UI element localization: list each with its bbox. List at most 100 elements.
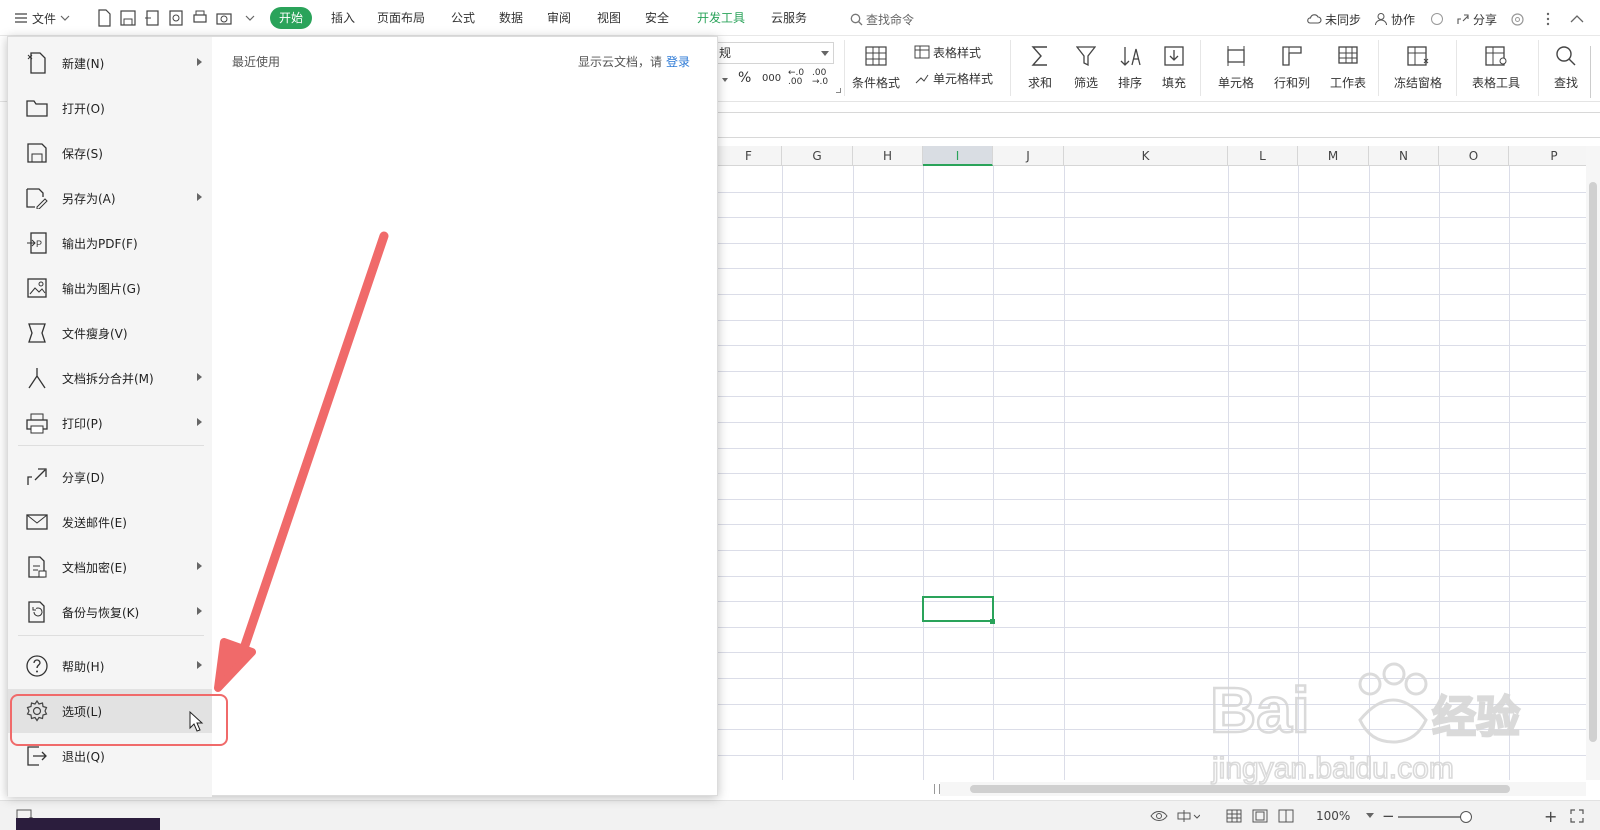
row-gridline <box>716 345 1600 346</box>
cell-style-button[interactable]: 单元格样式 <box>914 68 993 88</box>
screenshot-icon[interactable] <box>214 8 234 28</box>
save-icon[interactable] <box>118 8 138 28</box>
collapse-ribbon-icon[interactable] <box>1570 9 1584 29</box>
row-gridline <box>716 448 1600 449</box>
table-tools-button[interactable]: 表格工具 <box>1470 42 1522 91</box>
column-header-g[interactable]: G <box>782 146 853 166</box>
fill-button[interactable]: 填充 <box>1148 42 1200 91</box>
login-link[interactable]: 登录 <box>666 55 690 69</box>
thousands-button[interactable]: 000 <box>762 68 781 88</box>
tab-page-layout[interactable]: 页面布局 <box>368 7 434 29</box>
command-search[interactable]: 查找命令 <box>850 10 914 28</box>
fill-label: 填充 <box>1161 76 1186 90</box>
menu-item-label: 帮助(H) <box>62 659 105 674</box>
menu-item-printer[interactable]: 打印(P) <box>8 401 212 445</box>
page-break-view-icon[interactable] <box>1278 807 1294 825</box>
menu-item-share[interactable]: 分享(D) <box>8 455 212 499</box>
percent-button[interactable]: % <box>738 68 751 88</box>
column-header-h[interactable]: H <box>853 146 923 166</box>
conditional-format-button[interactable]: 条件格式 <box>850 42 902 91</box>
currency-chevron-icon[interactable] <box>722 70 728 90</box>
column-header-m[interactable]: M <box>1298 146 1369 166</box>
column-header-j[interactable]: J <box>993 146 1064 166</box>
menu-item-slim-file[interactable]: 文件瘦身(V) <box>8 311 212 355</box>
tab-review[interactable]: 审阅 <box>538 7 580 29</box>
menu-item-encrypt-doc[interactable]: 文档加密(E) <box>8 545 212 589</box>
normal-view-icon[interactable] <box>1226 807 1242 825</box>
export-pdf-icon[interactable] <box>142 8 162 28</box>
tab-developer[interactable]: 开发工具 <box>688 7 754 29</box>
formula-bar-input[interactable] <box>716 112 1600 138</box>
menu-item-help[interactable]: 帮助(H) <box>8 644 212 688</box>
number-format-select[interactable]: 规 <box>716 42 834 64</box>
share-button[interactable]: 分享 <box>1456 9 1497 29</box>
menu-item-pdf-export[interactable]: P 输出为PDF(F) <box>8 221 212 265</box>
menu-item-split-merge[interactable]: 文档拆分合并(M) <box>8 356 212 400</box>
tab-cloud[interactable]: 云服务 <box>762 7 816 29</box>
menu-item-open-folder[interactable]: 打开(O) <box>8 86 212 130</box>
file-menu-button[interactable]: 文件 <box>8 6 80 30</box>
search-icon <box>850 13 863 25</box>
eye-protection-icon[interactable] <box>1150 807 1168 825</box>
row-gridline <box>716 320 1600 321</box>
decrease-decimal-button[interactable]: .00 →.0 <box>812 68 834 88</box>
column-header-i[interactable]: I <box>923 146 993 166</box>
worksheet-button[interactable]: 工作表 <box>1322 42 1374 91</box>
fullscreen-icon[interactable] <box>1570 807 1584 825</box>
svg-text:jingyan.baidu.com: jingyan.baidu.com <box>1211 752 1454 785</box>
menu-item-save-as[interactable]: 另存为(A) <box>8 176 212 220</box>
menu-item-save[interactable]: 保存(S) <box>8 131 212 175</box>
settings-gear-icon[interactable] <box>1510 9 1525 29</box>
tab-insert[interactable]: 插入 <box>322 7 364 29</box>
menu-separator <box>18 445 204 446</box>
freeze-panes-button[interactable]: 冻结窗格 <box>1392 42 1444 91</box>
row-gridline <box>716 473 1600 474</box>
row-col-button[interactable]: 行和列 <box>1266 42 1318 91</box>
fill-handle[interactable] <box>990 619 995 624</box>
zoom-out-button[interactable]: − <box>1382 807 1395 825</box>
tab-home[interactable]: 开始 <box>270 7 313 29</box>
row-gridline <box>716 192 1600 193</box>
print-preview-icon[interactable] <box>166 8 186 28</box>
zoom-in-button[interactable]: + <box>1544 807 1557 826</box>
svg-text:经验: 经验 <box>1432 693 1520 742</box>
sync-status[interactable]: 未同步 <box>1306 9 1361 29</box>
sort-label: 排序 <box>1117 76 1142 90</box>
collaborate-button[interactable]: 协作 <box>1374 9 1415 29</box>
column-header-o[interactable]: O <box>1439 146 1509 166</box>
column-header-k[interactable]: K <box>1064 146 1228 166</box>
number-format-launcher-icon[interactable] <box>836 88 841 93</box>
zoom-level[interactable]: 100% <box>1316 807 1350 825</box>
tab-formula[interactable]: 公式 <box>442 7 484 29</box>
menu-item-mail[interactable]: 发送邮件(E) <box>8 500 212 544</box>
quick-access-chevron-icon[interactable] <box>240 8 260 28</box>
table-tools-icon <box>1481 42 1511 70</box>
vertical-scrollbar[interactable] <box>1586 146 1600 780</box>
tab-data[interactable]: 数据 <box>490 7 532 29</box>
find-button[interactable]: 查找 <box>1540 42 1592 91</box>
tab-security[interactable]: 安全 <box>636 7 678 29</box>
menu-item-image-export[interactable]: 输出为图片(G) <box>8 266 212 310</box>
more-vertical-icon[interactable] <box>1546 9 1550 29</box>
comment-icon[interactable] <box>1430 9 1444 29</box>
column-header-n[interactable]: N <box>1369 146 1439 166</box>
new-doc-icon[interactable] <box>94 8 114 28</box>
chevron-down-icon[interactable] <box>1366 807 1374 825</box>
sum-button[interactable]: 求和 <box>1014 42 1066 91</box>
tab-view[interactable]: 视图 <box>588 7 630 29</box>
page-layout-view-icon[interactable] <box>1252 807 1268 825</box>
column-header-f[interactable]: F <box>716 146 782 166</box>
menu-item-new-file[interactable]: 新建(N) <box>8 41 212 85</box>
print-icon[interactable] <box>190 8 210 28</box>
sync-label: 未同步 <box>1325 12 1362 27</box>
worksheet-label: 工作表 <box>1329 76 1366 90</box>
menu-item-backup-restore[interactable]: 备份与恢复(K) <box>8 590 212 634</box>
input-method-icon[interactable] <box>1176 807 1200 825</box>
column-header-l[interactable]: L <box>1228 146 1298 166</box>
active-cell[interactable] <box>922 596 994 622</box>
zoom-slider-knob[interactable] <box>1460 811 1472 823</box>
cell-button[interactable]: 单元格 <box>1210 42 1262 91</box>
increase-decimal-button[interactable]: ←.0 .00 <box>788 68 810 88</box>
table-style-button[interactable]: 表格样式 <box>914 42 981 62</box>
vertical-scroll-thumb[interactable] <box>1589 182 1597 742</box>
